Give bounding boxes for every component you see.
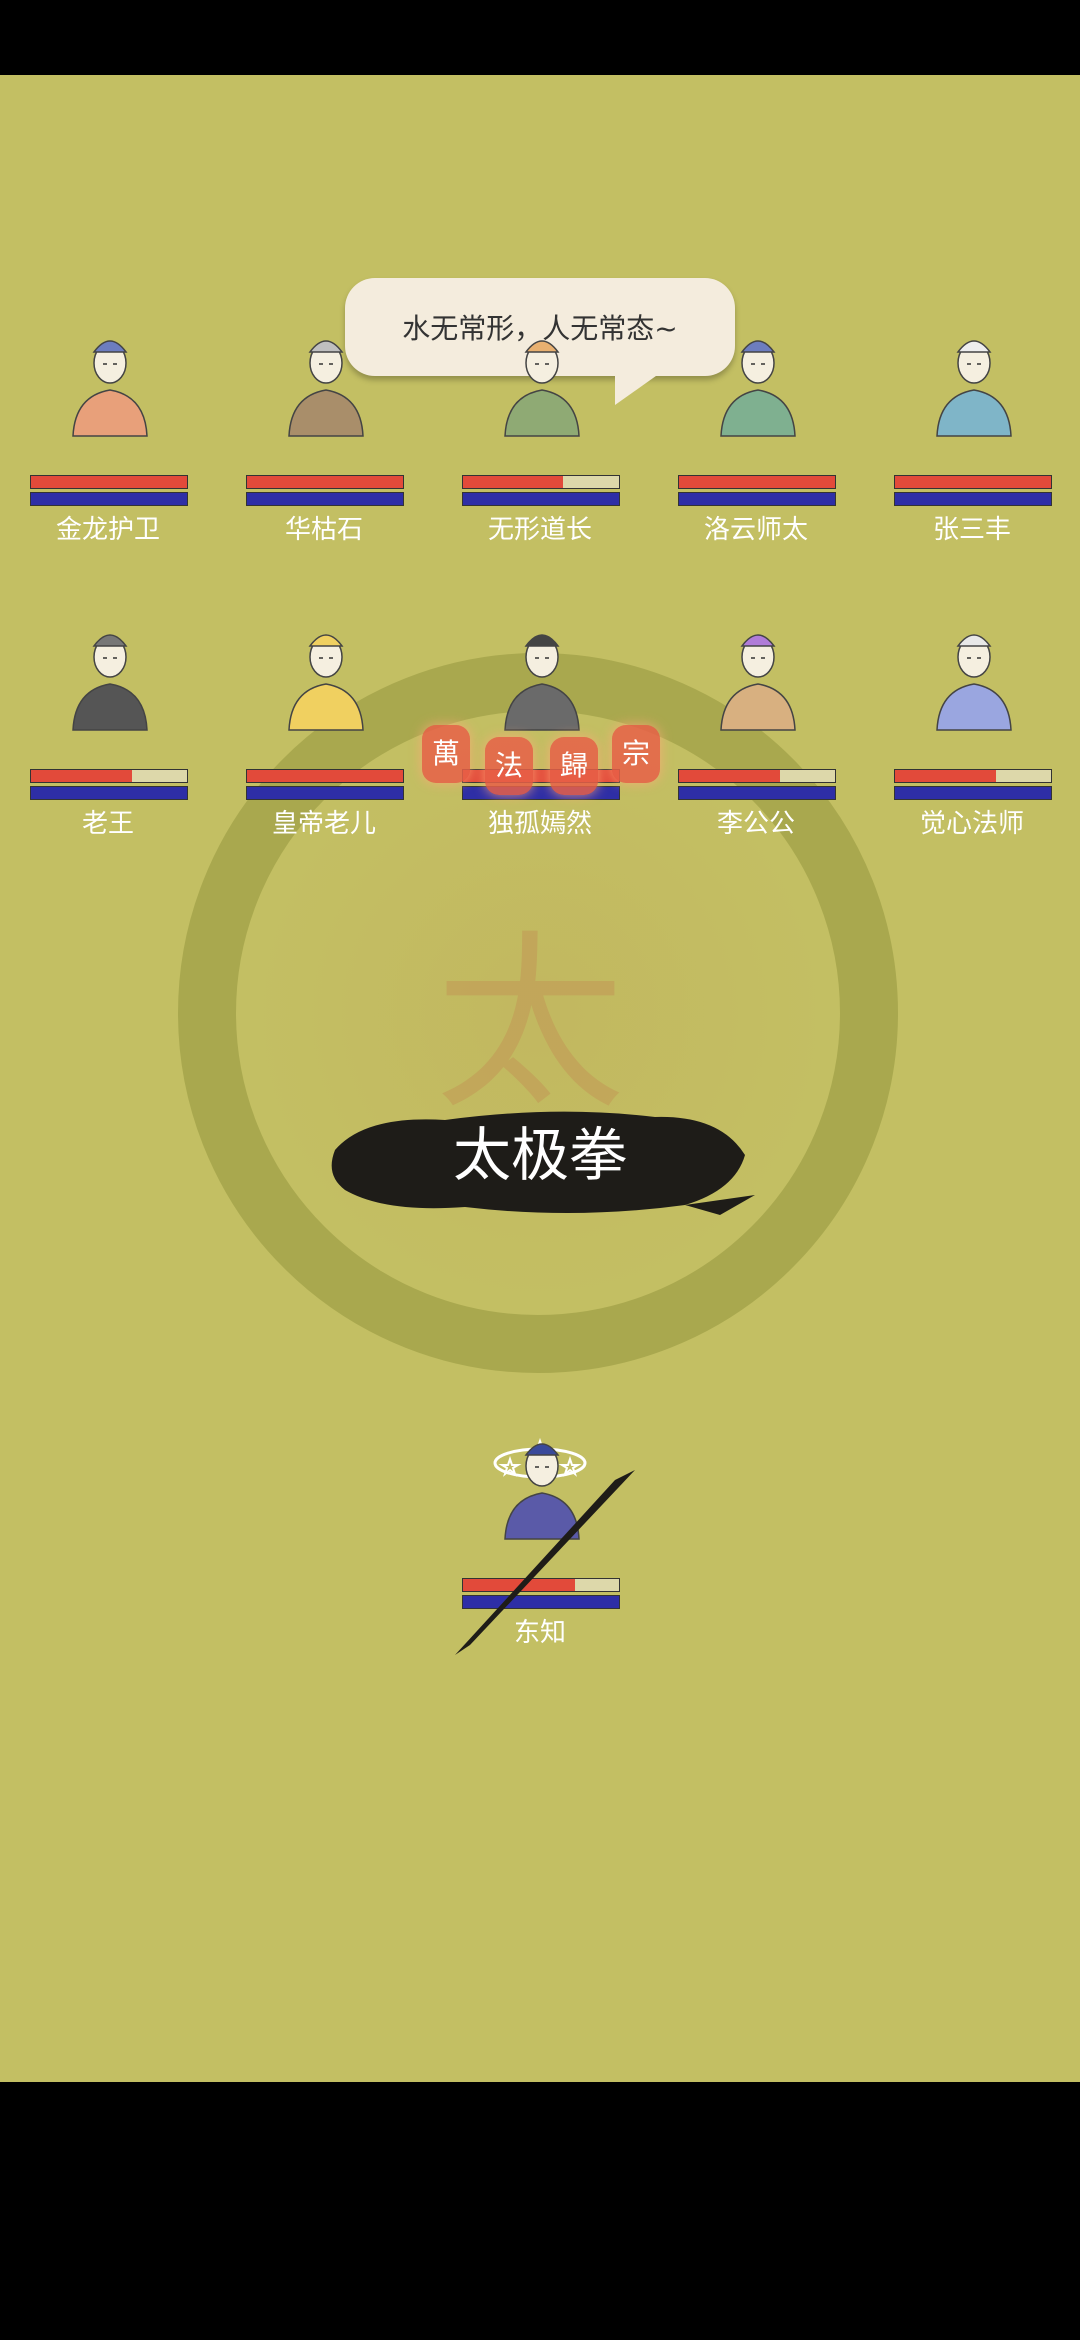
hp-bar-fill	[463, 476, 563, 488]
character-portrait-icon	[929, 318, 1019, 438]
seal-1: 萬	[422, 725, 470, 783]
character-portrait-icon	[497, 612, 587, 732]
enemy-card[interactable]: 老王	[30, 612, 190, 842]
hp-bar	[462, 475, 620, 489]
enemy-card[interactable]: 洛云师太	[678, 318, 838, 548]
character-name: 华枯石	[284, 515, 363, 545]
hp-bar	[30, 475, 188, 489]
enemy-card[interactable]: 皇帝老儿	[246, 612, 406, 842]
hp-bar	[678, 769, 836, 783]
character-name: 无形道长	[487, 515, 592, 545]
mp-bar	[894, 786, 1052, 800]
mp-bar	[30, 492, 188, 506]
mp-bar	[246, 786, 404, 800]
character-name: 老王	[81, 809, 134, 839]
skill-name: 太极拳	[452, 1121, 627, 1189]
seal-2: 法	[485, 737, 533, 795]
battle-stage: 太 水无常形，人无常态~ 金龙护卫 华枯石 无形道长 洛云师太 张三丰 老王 皇帝老儿 独孤…	[0, 75, 1080, 2082]
enemy-card[interactable]: 金龙护卫	[30, 318, 190, 548]
hp-bar	[246, 769, 404, 783]
character-portrait-icon	[713, 318, 803, 438]
enemy-card[interactable]: 独孤嫣然	[462, 612, 622, 842]
speech-bubble-tail	[615, 371, 663, 405]
character-portrait-icon	[497, 318, 587, 438]
character-name: 张三丰	[932, 515, 1011, 545]
enemy-card[interactable]: 华枯石	[246, 318, 406, 548]
seal-3: 歸	[550, 737, 598, 795]
character-portrait-icon	[281, 318, 371, 438]
mp-bar	[678, 786, 836, 800]
character-portrait-icon	[929, 612, 1019, 732]
character-portrait-icon	[713, 612, 803, 732]
enemy-card[interactable]: 张三丰	[894, 318, 1054, 548]
hp-bar-fill	[679, 770, 781, 782]
mp-bar	[894, 492, 1052, 506]
hp-bar-fill	[679, 476, 835, 488]
mp-bar	[246, 492, 404, 506]
hp-bar-fill	[895, 770, 997, 782]
character-name: 李公公	[716, 809, 795, 839]
hp-bar-fill	[247, 770, 403, 782]
hp-bar	[894, 475, 1052, 489]
character-portrait-icon	[281, 612, 371, 732]
hp-bar-fill	[31, 770, 133, 782]
mp-bar	[462, 492, 620, 506]
character-name: 觉心法师	[919, 809, 1024, 839]
mp-bar	[678, 492, 836, 506]
hp-bar-fill	[31, 476, 187, 488]
hp-bar-fill	[247, 476, 403, 488]
hp-bar	[246, 475, 404, 489]
seal-4: 宗	[612, 725, 660, 783]
character-name: 皇帝老儿	[271, 809, 376, 839]
character-name: 独孤嫣然	[487, 809, 592, 839]
mp-bar	[30, 786, 188, 800]
character-portrait-icon	[65, 318, 155, 438]
enemy-card[interactable]: 觉心法师	[894, 612, 1054, 842]
hp-bar	[678, 475, 836, 489]
hp-bar	[30, 769, 188, 783]
character-portrait-icon	[65, 612, 155, 732]
mp-bar	[462, 786, 620, 800]
enemy-card[interactable]: 无形道长	[462, 318, 622, 548]
bottom-black-bar	[0, 2082, 1080, 2340]
enemy-card[interactable]: 李公公	[678, 612, 838, 842]
hp-bar	[894, 769, 1052, 783]
character-name: 洛云师太	[703, 515, 808, 545]
hp-bar-fill	[895, 476, 1051, 488]
slash-effect-icon	[455, 1470, 635, 1655]
character-name: 金龙护卫	[55, 515, 160, 545]
